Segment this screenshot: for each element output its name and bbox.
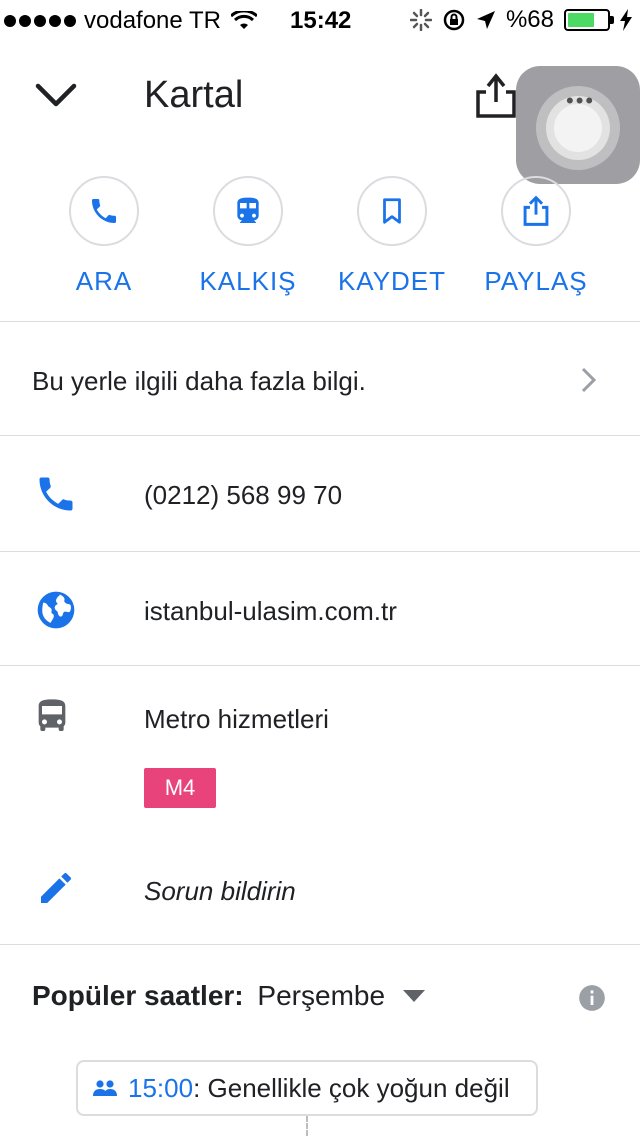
bus-icon: [38, 699, 66, 731]
place-header: Kartal •••: [0, 40, 640, 184]
bookmark-icon: [383, 198, 401, 224]
transit-row: Metro hizmetleri: [0, 666, 640, 816]
battery-percent: %68: [505, 6, 554, 33]
busyness-time: 15:00: [128, 1072, 194, 1103]
loading-icon: [409, 9, 432, 31]
phone-number: (0212) 568 99 70: [144, 480, 343, 510]
line-badge-m4[interactable]: M4: [144, 768, 216, 808]
train-icon: [237, 197, 259, 223]
busyness-chip: 15:00 : Genellikle çok yoğun değil: [76, 1060, 538, 1116]
call-button[interactable]: ARA: [34, 176, 174, 297]
chevron-down-icon[interactable]: [32, 76, 80, 116]
call-label: ARA: [75, 266, 133, 296]
save-label: KAYDET: [337, 266, 447, 296]
share-icon[interactable]: [474, 70, 518, 120]
chevron-right-icon: [581, 367, 597, 393]
charging-icon: [620, 9, 632, 31]
people-icon: [93, 1080, 117, 1096]
info-icon[interactable]: [578, 984, 606, 1012]
carrier-name: vodafone TR: [84, 7, 221, 34]
more-info-row[interactable]: Bu yerle ilgili daha fazla bilgi.: [0, 322, 640, 435]
phone-icon: [92, 199, 116, 223]
departures-label: KALKIŞ: [199, 266, 297, 296]
divider: [0, 944, 640, 945]
share-button[interactable]: PAYLAŞ: [466, 176, 606, 297]
popular-times-label: Popüler saatler:: [32, 980, 244, 1011]
share-label: PAYLAŞ: [484, 266, 588, 296]
caret-down-icon: [403, 990, 426, 1002]
pencil-icon: [41, 873, 71, 903]
website-link[interactable]: istanbul-ulasim.com.tr: [144, 596, 397, 627]
day-selector-value: Perşembe: [257, 980, 386, 1011]
popular-times-header: Popüler saatler: Perşembe: [32, 980, 426, 1012]
website-row[interactable]: istanbul-ulasim.com.tr: [0, 552, 640, 665]
wifi-icon: [230, 11, 257, 29]
busyness-text: : Genellikle çok yoğun değil: [193, 1072, 510, 1103]
more-info-text: Bu yerle ilgili daha fazla bilgi.: [32, 366, 366, 396]
time-marker-line: [306, 1116, 308, 1136]
transit-label: Metro hizmetleri: [144, 704, 329, 734]
phone-row[interactable]: (0212) 568 99 70: [0, 436, 640, 551]
save-button[interactable]: KAYDET: [322, 176, 462, 297]
status-time: 15:42: [290, 7, 352, 34]
battery-icon: [564, 9, 614, 31]
phone-icon: [39, 477, 73, 511]
globe-icon: [37, 591, 75, 629]
report-problem-link: Sorun bildirin: [144, 876, 296, 906]
departures-button[interactable]: KALKIŞ: [178, 176, 318, 297]
report-row[interactable]: Sorun bildirin: [0, 840, 640, 940]
more-options-icon[interactable]: •••: [566, 88, 595, 114]
day-selector[interactable]: Perşembe: [251, 980, 426, 1012]
place-title: Kartal: [144, 74, 244, 116]
share-icon: [523, 195, 549, 226]
assistive-touch-button[interactable]: •••: [516, 66, 640, 184]
action-buttons: ARA KALKIŞ KAYDET PAYLAŞ: [0, 176, 640, 306]
rotation-lock-icon: [443, 9, 465, 31]
status-bar: vodafone TR 15:42 %68: [0, 0, 640, 40]
location-arrow-icon: [476, 11, 495, 29]
signal-strength-icon: [4, 15, 76, 27]
